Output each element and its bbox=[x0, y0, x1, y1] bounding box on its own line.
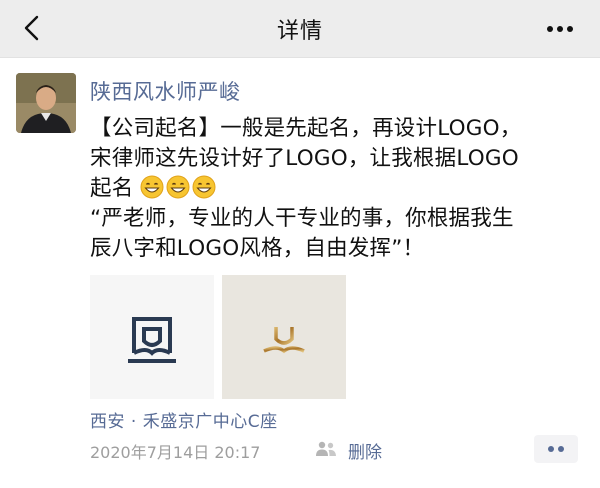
post-text-fragment: 起名 bbox=[90, 176, 134, 201]
avatar[interactable] bbox=[16, 73, 76, 133]
post-text-line: 辰八字和LOGO风格，自由发挥”！ bbox=[90, 236, 425, 261]
page-title: 详情 bbox=[276, 19, 323, 44]
friends-group-icon bbox=[316, 441, 336, 456]
post-text-line: “严老师，专业的人干专业的事，你根据我生 bbox=[90, 206, 514, 231]
post-photo-1[interactable] bbox=[90, 275, 214, 399]
post-text-line-with-emojis: 起名 bbox=[90, 174, 590, 204]
post-text-line: 宋律师这先设计好了LOGO，让我根据LOGO bbox=[90, 146, 519, 171]
more-dots-icon bbox=[547, 26, 573, 32]
logo-image-gold-icon bbox=[222, 275, 346, 399]
delete-button[interactable]: 删除 bbox=[348, 438, 382, 463]
more-button[interactable] bbox=[542, 14, 578, 44]
post-timestamp: 2020年7月14日 20:17 bbox=[90, 443, 261, 462]
post-text: 【公司起名】一般是先起名，再设计LOGO， 宋律师这先设计好了LOGO，让我根据… bbox=[90, 114, 590, 264]
moment-post: 陕西风水师严峻 【公司起名】一般是先起名，再设计LOGO， 宋律师这先设计好了L… bbox=[0, 58, 600, 488]
location-link[interactable]: 西安 · 禾盛京广中心C座 bbox=[90, 407, 278, 432]
post-photo-2[interactable] bbox=[222, 275, 346, 399]
grinning-face-emoji-icon bbox=[166, 175, 190, 199]
nav-bar: 详情 bbox=[0, 0, 600, 58]
grinning-face-emoji-icon bbox=[192, 175, 216, 199]
post-text-line: 【公司起名】一般是先起名，再设计LOGO， bbox=[90, 116, 522, 141]
author-name[interactable]: 陕西风水师严峻 bbox=[90, 76, 241, 106]
logo-image-navy-icon bbox=[128, 317, 176, 363]
comment-dots-icon bbox=[548, 446, 564, 452]
avatar-photo-icon bbox=[16, 73, 76, 133]
grinning-face-emoji-icon bbox=[140, 175, 164, 199]
comment-button[interactable] bbox=[534, 435, 578, 463]
